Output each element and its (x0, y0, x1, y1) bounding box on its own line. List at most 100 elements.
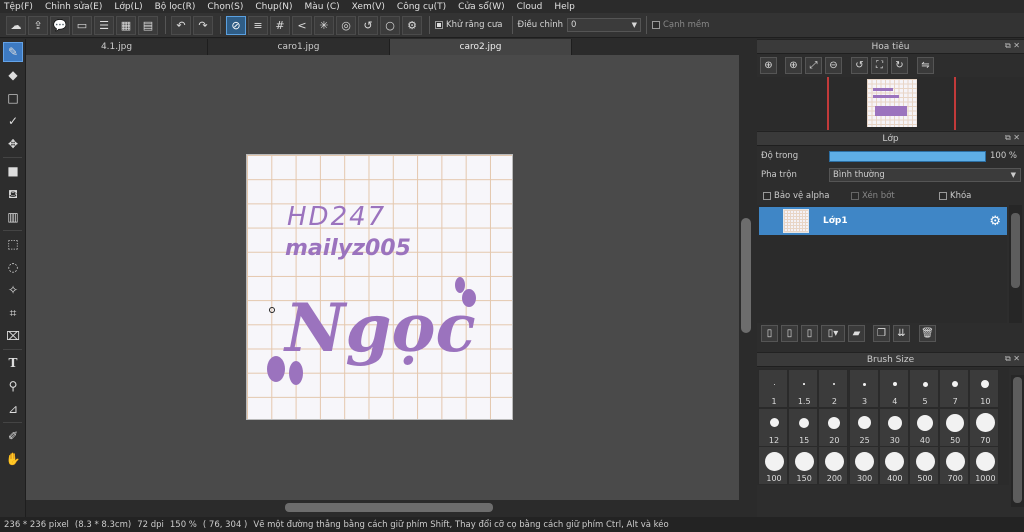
rotate-left-icon[interactable]: ↺ (851, 57, 868, 74)
smooth-edge-checkbox[interactable] (651, 21, 660, 29)
brush-size-cell[interactable]: 3 (848, 369, 879, 408)
gradient-tool-icon[interactable]: ▥ (3, 207, 23, 227)
clip-checkbox[interactable] (851, 192, 859, 200)
menu-tools[interactable]: Công cụ(T) (397, 2, 446, 12)
snap-settings-icon[interactable]: ⚙ (402, 15, 422, 35)
menu-file[interactable]: Tệp(F) (4, 2, 33, 12)
move-tool-icon[interactable]: ✥ (3, 134, 23, 154)
brush-size-cell[interactable]: 500 (909, 446, 939, 485)
fill-rect-tool-icon[interactable]: ■ (3, 161, 23, 181)
menu-window[interactable]: Cửa sổ(W) (458, 2, 504, 12)
apps-icon[interactable]: ▤ (138, 15, 158, 35)
brush-size-cell[interactable]: 300 (848, 446, 879, 485)
blend-mode-select[interactable]: Bình thường ▼ (829, 168, 1021, 182)
cloud-icon[interactable]: ☁ (6, 15, 26, 35)
radial-snap-icon[interactable]: ✳ (314, 15, 334, 35)
brush-size-cell[interactable]: 4 (878, 369, 909, 408)
concentric-snap-icon[interactable]: ◎ (336, 15, 356, 35)
brush-size-cell[interactable]: 700 (939, 446, 970, 485)
folder-icon[interactable]: ▰ (848, 325, 865, 342)
gear-icon[interactable]: ⚙ (989, 214, 1001, 229)
new-raster-icon[interactable]: ▯ (781, 325, 798, 342)
duplicate-icon[interactable]: ❐ (873, 325, 890, 342)
magic-wand-icon[interactable]: ✧ (3, 280, 23, 300)
reset-view-icon[interactable]: ⛶ (871, 57, 888, 74)
list-icon[interactable]: ☰ (94, 15, 114, 35)
brush-size-cell[interactable]: 7 (939, 369, 970, 408)
brush-size-cell[interactable]: 2 (818, 369, 849, 408)
adjust-dropdown[interactable]: 0 ▼ (566, 18, 641, 32)
redo-icon[interactable]: ↷ (193, 15, 213, 35)
flip-icon[interactable]: ⇋ (917, 57, 934, 74)
brush-size-cell[interactable]: 70 (969, 407, 1000, 447)
brush-size-cell[interactable]: 15 (788, 407, 819, 447)
brush-size-cell[interactable]: 10 (969, 369, 1000, 408)
perspective-snap-icon[interactable]: < (292, 15, 312, 35)
speech-bubble-icon[interactable]: 💬 (50, 15, 70, 35)
menu-view[interactable]: Xem(V) (352, 2, 385, 12)
menu-capture[interactable]: Chụp(N) (255, 2, 292, 12)
select-eraser-icon[interactable]: ⌧ (3, 326, 23, 346)
panel-close-icon[interactable]: ⧉ ✕ (1005, 133, 1020, 143)
add-layer-menu-icon[interactable]: ▯▾ (821, 325, 845, 342)
select-pen-icon[interactable]: ⌗ (3, 303, 23, 323)
scroll-thumb[interactable] (1013, 377, 1022, 503)
scroll-thumb[interactable] (1011, 213, 1020, 288)
tab-caro2[interactable]: caro2.jpg (390, 39, 572, 55)
layer-scrollbar[interactable] (1009, 205, 1022, 323)
panel-close-icon[interactable]: ⧉ ✕ (1005, 41, 1020, 51)
pen-tool-icon[interactable]: ✐ (3, 426, 23, 446)
rectangle-tool-icon[interactable]: □ (3, 88, 23, 108)
menu-filter[interactable]: Bộ lọc(R) (155, 2, 196, 12)
brush-size-cell[interactable]: 200 (818, 446, 849, 485)
scroll-thumb[interactable] (285, 503, 493, 512)
canvas-area[interactable]: HD247 mailyz005 Ngọc (26, 55, 739, 500)
bucket-tool-icon[interactable]: ⛾ (3, 184, 23, 204)
brush-size-cell[interactable]: 40 (909, 407, 939, 447)
protect-alpha-checkbox[interactable] (763, 192, 771, 200)
brush-size-cell[interactable]: 400 (878, 446, 909, 485)
tab-caro1[interactable]: caro1.jpg (208, 39, 390, 55)
menu-select[interactable]: Chọn(S) (207, 2, 243, 12)
antialias-checkbox[interactable] (435, 21, 443, 29)
menu-cloud[interactable]: Cloud (517, 2, 543, 12)
brush-size-cell[interactable]: 20 (818, 407, 849, 447)
new-halftone-icon[interactable]: ▯ (801, 325, 818, 342)
parallel-snap-icon[interactable]: ≡ (248, 15, 268, 35)
layer-row[interactable]: Lớp1 ⚙ (759, 207, 1007, 235)
comment-icon[interactable]: ▭ (72, 15, 92, 35)
merge-icon[interactable]: ⇊ (893, 325, 910, 342)
grid-snap-icon[interactable]: # (270, 15, 290, 35)
lock-checkbox[interactable] (939, 192, 947, 200)
panel-close-icon[interactable]: ⧉ ✕ (1005, 354, 1020, 364)
opacity-slider[interactable] (829, 151, 986, 162)
navigator-preview[interactable] (757, 77, 1024, 130)
zoom-out-icon[interactable]: ⊖ (825, 57, 842, 74)
eraser-tool-icon[interactable]: ◆ (3, 65, 23, 85)
canvas-horizontal-scrollbar[interactable] (26, 500, 739, 515)
zoom-in-icon[interactable]: ⊕ (760, 57, 777, 74)
grid-list-icon[interactable]: ▦ (116, 15, 136, 35)
lasso-icon[interactable]: ◌ (3, 257, 23, 277)
comic-tool-icon[interactable]: ⚲ (3, 376, 23, 396)
curve-snap-icon[interactable]: ↺ (358, 15, 378, 35)
zoom-in-alt-icon[interactable]: ⊕ (785, 57, 802, 74)
canvas-vertical-scrollbar[interactable] (739, 55, 753, 500)
brush-size-cell[interactable]: 50 (939, 407, 970, 447)
fit-icon[interactable]: ⤢ (805, 57, 822, 74)
brush-size-cell[interactable]: 30 (878, 407, 909, 447)
brush-size-cell[interactable]: 1000 (969, 446, 1000, 485)
tab-4-1[interactable]: 4.1.jpg (26, 39, 208, 55)
eyedropper-tool-icon[interactable]: ⊿ (3, 399, 23, 419)
brush-tool-icon[interactable]: ✎ (3, 42, 23, 62)
undo-icon[interactable]: ↶ (171, 15, 191, 35)
new-layer-icon[interactable]: ▯ (761, 325, 778, 342)
brush-size-cell[interactable]: 1 (758, 369, 788, 408)
brush-size-cell[interactable]: 5 (909, 369, 939, 408)
scroll-thumb[interactable] (741, 218, 751, 333)
hand-tool-icon[interactable]: ✋ (3, 449, 23, 469)
brush-size-cell[interactable]: 100 (758, 446, 788, 485)
brush-size-cell[interactable]: 150 (788, 446, 819, 485)
export-icon[interactable]: ⇪ (28, 15, 48, 35)
trash-icon[interactable]: 🗑 (919, 325, 936, 342)
